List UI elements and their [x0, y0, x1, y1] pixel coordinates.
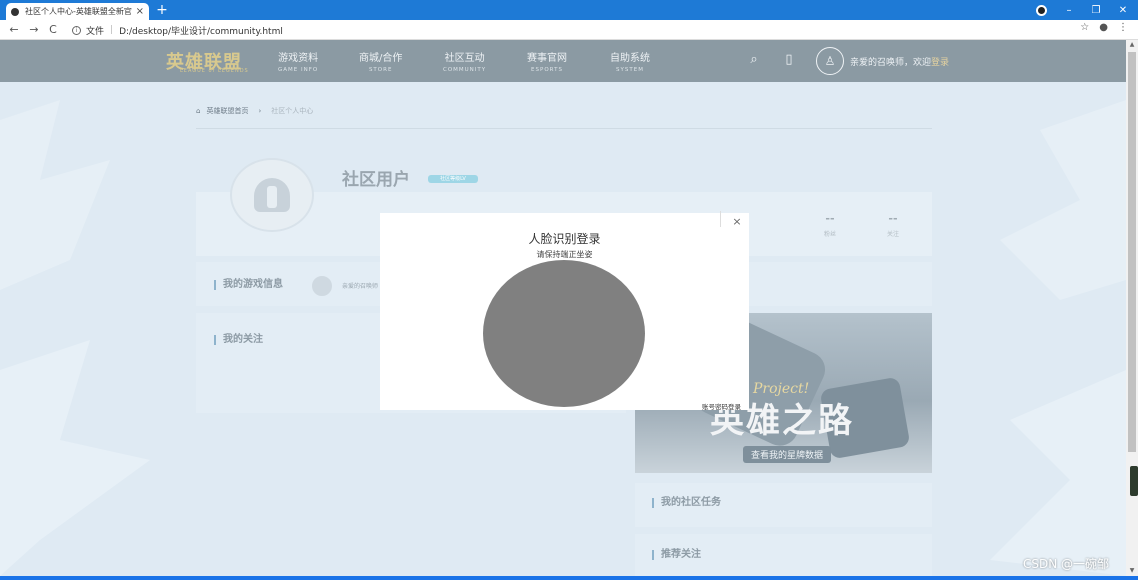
search-icon[interactable]: ⌕: [746, 52, 762, 68]
tab-close-button[interactable]: ×: [136, 6, 144, 17]
scrollbar-thumb[interactable]: [1128, 52, 1136, 452]
nav-label: 社区互动: [444, 53, 485, 64]
recommend-title: 推荐关注: [652, 550, 701, 560]
page-viewport: 英雄联盟 LEAGUE of LEGENDS 游戏资料 GAME INFO 商城…: [0, 40, 1126, 576]
stat-number: --: [825, 212, 835, 225]
breadcrumb-arrow-icon: ›: [258, 107, 262, 115]
nav-store[interactable]: 商城/合作 STORE: [359, 49, 402, 73]
toolbar-right: ☆ ● ⋮: [1080, 22, 1128, 33]
bookmark-star-icon[interactable]: ☆: [1080, 22, 1089, 33]
nav-label: 赛事官网: [527, 53, 567, 64]
home-icon: ⌂: [196, 107, 201, 115]
profile-username: 社区用户: [342, 170, 410, 190]
modal-divider: [720, 211, 721, 227]
password-login-link[interactable]: 账号密码登录: [702, 401, 741, 411]
back-button[interactable]: ←: [6, 22, 22, 38]
nav-sublabel: STORE: [368, 67, 393, 73]
side-handle[interactable]: [1130, 466, 1138, 496]
breadcrumb: ⌂ 英雄联盟首页 › 社区个人中心: [196, 106, 313, 116]
mobile-icon[interactable]: ▯: [781, 52, 797, 68]
level-badge: 社区等级LV: [428, 175, 478, 183]
close-button[interactable]: ×: [730, 215, 744, 229]
face-camera-preview: [483, 260, 645, 407]
game-info-title: 我的游戏信息: [214, 280, 283, 290]
site-header: 英雄联盟 LEAGUE of LEGENDS 游戏资料 GAME INFO 商城…: [0, 40, 1126, 82]
new-tab-button[interactable]: +: [155, 3, 169, 17]
welcome-text: 亲爱的召唤师，欢迎登录: [850, 55, 949, 68]
nav-sublabel: ESPORTS: [531, 67, 563, 73]
tab-title: 社区个人中心-英雄联盟全新官方: [25, 7, 132, 16]
helmet-icon: [254, 178, 290, 212]
browser-profile-icon[interactable]: [1036, 5, 1047, 16]
browser-toolbar: ← → C i 文件 | D:/desktop/毕业设计/community.h…: [0, 20, 1138, 40]
nav-label: 游戏资料: [278, 53, 319, 64]
stat-follow[interactable]: -- 关注: [878, 212, 908, 238]
modal-hint: 请保持端正坐姿: [536, 250, 593, 259]
scroll-up-icon[interactable]: ▲: [1126, 40, 1138, 50]
divider: [196, 128, 932, 129]
tasks-title: 我的社区任务: [652, 498, 721, 508]
nav-sublabel: GAME INFO: [278, 67, 319, 73]
banner-link-button[interactable]: 查看我的星牌数据: [743, 446, 832, 463]
stat-number: --: [888, 212, 898, 225]
nav-game-info[interactable]: 游戏资料 GAME INFO: [278, 49, 318, 73]
game-avatar: [310, 274, 334, 298]
browser-tab[interactable]: 社区个人中心-英雄联盟全新官方 ×: [6, 3, 149, 20]
info-icon[interactable]: i: [72, 25, 81, 35]
profile-avatar[interactable]: [230, 158, 314, 232]
game-info-text: 亲爱的召唤师: [342, 283, 379, 290]
site-logo-subtitle: LEAGUE of LEGENDS: [180, 68, 249, 74]
browser-titlebar: 社区个人中心-英雄联盟全新官方 × + – ❐ ✕: [0, 0, 1138, 20]
breadcrumb-home-link[interactable]: 英雄联盟首页: [206, 107, 248, 115]
stat-label: 关注: [886, 231, 899, 238]
window-close-button[interactable]: ✕: [1110, 0, 1136, 20]
account-icon[interactable]: ●: [1099, 22, 1108, 33]
scroll-down-icon[interactable]: ▼: [1126, 566, 1138, 576]
reload-button[interactable]: C: [45, 22, 61, 38]
menu-icon[interactable]: ⋮: [1118, 22, 1128, 33]
nav-sublabel: COMMUNITY: [443, 67, 487, 73]
nav-sublabel: SYSTEM: [616, 67, 644, 73]
follow-title: 我的关注: [214, 335, 263, 345]
address-separator: |: [110, 25, 114, 35]
stat-fans[interactable]: -- 粉丝: [815, 212, 845, 238]
nav-label: 商城/合作: [359, 53, 403, 64]
user-avatar-icon[interactable]: ♙: [816, 47, 844, 75]
nav-community[interactable]: 社区互动 COMMUNITY: [443, 49, 486, 73]
welcome-prefix: 亲爱的召唤师，欢迎: [850, 58, 932, 68]
window-minimize-button[interactable]: –: [1056, 0, 1082, 20]
breadcrumb-current: 社区个人中心: [271, 107, 314, 115]
face-login-modal: × 人脸识别登录 请保持端正坐姿 账号密码登录: [380, 211, 749, 411]
nav-label: 自助系统: [610, 53, 650, 64]
address-label: 文件: [86, 26, 105, 37]
login-link[interactable]: 登录: [931, 58, 949, 68]
nav-system[interactable]: 自助系统 SYSTEM: [610, 49, 650, 73]
watermark: CSDN @一碗邹: [1023, 557, 1110, 571]
favicon-icon: [11, 7, 19, 16]
address-bar[interactable]: i 文件 | D:/desktop/毕业设计/community.html: [66, 22, 1066, 38]
modal-title: 人脸识别登录: [528, 232, 601, 246]
forward-button[interactable]: →: [26, 22, 42, 38]
window-restore-button[interactable]: ❐: [1083, 0, 1109, 20]
url-text[interactable]: D:/desktop/毕业设计/community.html: [119, 24, 283, 37]
nav-esports[interactable]: 赛事官网 ESPORTS: [527, 49, 567, 73]
stat-label: 粉丝: [823, 231, 836, 238]
